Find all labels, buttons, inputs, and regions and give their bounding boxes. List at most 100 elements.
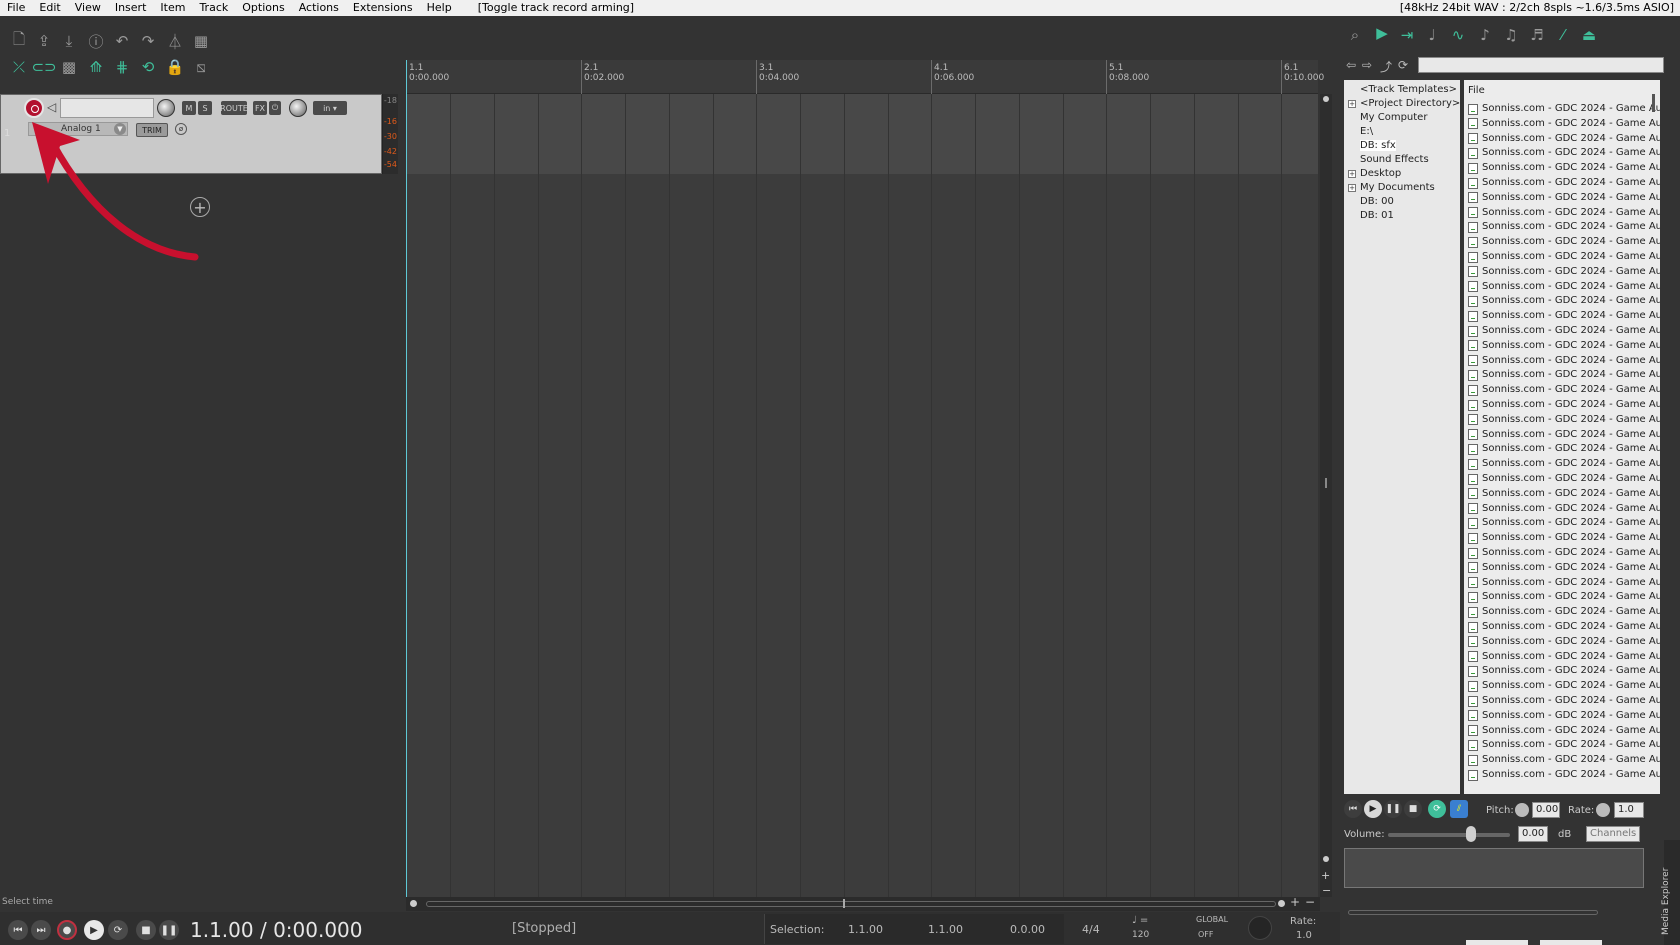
file-row[interactable]: Sonniss.com - GDC 2024 - Game Audio <box>1468 753 1660 767</box>
tree-node[interactable]: E:\ <box>1360 126 1373 137</box>
go-to-start-icon[interactable]: ⏮ <box>8 920 28 940</box>
save-project-icon[interactable]: ⤓ <box>58 30 80 52</box>
file-row[interactable]: Sonniss.com - GDC 2024 - Game Audio <box>1468 457 1660 471</box>
file-row[interactable]: Sonniss.com - GDC 2024 - Game Audio <box>1468 724 1660 738</box>
file-row[interactable]: Sonniss.com - GDC 2024 - Game Audio <box>1468 398 1660 412</box>
time-signature[interactable]: 4/4 <box>1082 923 1100 936</box>
tree-node[interactable]: My Documents <box>1360 182 1435 193</box>
channels-button[interactable]: Channels <box>1586 826 1640 842</box>
scroll-left-icon[interactable] <box>410 900 417 907</box>
back-icon[interactable]: ⇦ <box>1346 58 1356 72</box>
file-row[interactable]: Sonniss.com - GDC 2024 - Game Audio <box>1468 650 1660 664</box>
file-row[interactable]: Sonniss.com - GDC 2024 - Game Audio <box>1468 206 1660 220</box>
new-project-icon[interactable]: 🗋 <box>8 30 30 52</box>
file-row[interactable]: Sonniss.com - GDC 2024 - Game Audio <box>1468 561 1660 575</box>
waveform-preview[interactable] <box>1344 848 1644 888</box>
tempo-match-half-icon[interactable]: ♪ <box>1474 24 1496 46</box>
lock-icon[interactable]: 🔒 <box>164 56 186 78</box>
preview-route-icon[interactable]: ⫽ <box>1450 800 1468 818</box>
file-row[interactable]: Sonniss.com - GDC 2024 - Game Audio <box>1468 117 1660 131</box>
file-row[interactable]: Sonniss.com - GDC 2024 - Game Audio <box>1468 516 1660 530</box>
expand-icon[interactable]: + <box>1348 100 1356 108</box>
scroll-thumb[interactable] <box>843 899 845 908</box>
path-input[interactable] <box>1418 57 1664 73</box>
play-button[interactable]: ▶ <box>84 920 104 940</box>
start-on-bar-icon[interactable]: ⇥ <box>1396 24 1418 46</box>
go-to-end-icon[interactable]: ⏭ <box>31 920 51 940</box>
auto-crossfade-icon[interactable]: ⤫ <box>8 56 30 78</box>
tree-node[interactable]: <Project Directory> <box>1360 98 1460 109</box>
fx-bypass-button[interactable]: ⏻ <box>269 101 281 115</box>
rate-value[interactable]: 1.0 <box>1296 930 1312 941</box>
preview-stop-icon[interactable]: ■ <box>1404 800 1422 818</box>
file-row[interactable]: Sonniss.com - GDC 2024 - Game Audio <box>1468 531 1660 545</box>
timeline-ruler[interactable]: 1.1 0:00.000 2.1 0:02.000 3.1 0:04.000 4.1 0:06… <box>406 60 1324 94</box>
file-row[interactable]: Sonniss.com - GDC 2024 - Game Audio <box>1468 487 1660 501</box>
track-lane[interactable] <box>406 94 1318 174</box>
tree-node[interactable]: DB: sfx <box>1360 140 1396 151</box>
expand-icon[interactable]: + <box>1348 170 1356 178</box>
redo-icon[interactable]: ↷ <box>137 30 159 52</box>
file-row[interactable]: Sonniss.com - GDC 2024 - Game Audio <box>1468 635 1660 649</box>
tempo-match-slash-icon[interactable]: ♬ <box>1526 24 1548 46</box>
file-row[interactable]: Sonniss.com - GDC 2024 - Game Audio <box>1468 679 1660 693</box>
item-grouping-icon[interactable]: ▩ <box>58 56 80 78</box>
menu-actions[interactable]: Actions <box>292 0 346 16</box>
file-row[interactable]: Sonniss.com - GDC 2024 - Game Audio <box>1468 191 1660 205</box>
bottom-box-right[interactable] <box>1540 940 1602 945</box>
file-row[interactable]: Sonniss.com - GDC 2024 - Game Audio <box>1468 146 1660 160</box>
tree-node[interactable]: My Computer <box>1360 112 1427 123</box>
arrange-view[interactable] <box>406 94 1318 897</box>
file-row[interactable]: Sonniss.com - GDC 2024 - Game Audio <box>1468 161 1660 175</box>
stop-button[interactable]: ■ <box>136 920 156 940</box>
file-row[interactable]: Sonniss.com - GDC 2024 - Game Audio <box>1468 176 1660 190</box>
scroll-up-icon[interactable] <box>1323 96 1329 102</box>
scroll-right-icon[interactable] <box>1278 900 1285 907</box>
audio-device-status[interactable]: [48kHz 24bit WAV : 2/2ch 8spls ~1.6/3.5m… <box>1393 0 1680 16</box>
file-row[interactable]: Sonniss.com - GDC 2024 - Game Audio <box>1468 472 1660 486</box>
record-button[interactable]: ● <box>57 920 77 940</box>
file-row[interactable]: Sonniss.com - GDC 2024 - Game Audio <box>1468 709 1660 723</box>
file-row[interactable]: Sonniss.com - GDC 2024 - Game Audio <box>1468 605 1660 619</box>
tempo-match-x2-icon[interactable]: ♫ <box>1500 24 1522 46</box>
preview-pause-icon[interactable]: ❚❚ <box>1384 800 1402 818</box>
file-row[interactable]: Sonniss.com - GDC 2024 - Game Audio <box>1468 368 1660 382</box>
file-row[interactable]: Sonniss.com - GDC 2024 - Game Audio <box>1468 576 1660 590</box>
file-row[interactable]: Sonniss.com - GDC 2024 - Game Audio <box>1468 265 1660 279</box>
file-row[interactable]: Sonniss.com - GDC 2024 - Game Audio <box>1468 102 1660 116</box>
tempo-match-icon[interactable]: ♩ <box>1421 24 1443 46</box>
file-row[interactable]: Sonniss.com - GDC 2024 - Game Audio <box>1468 324 1660 338</box>
preview-loop-icon[interactable]: ⟳ <box>1428 800 1446 818</box>
file-row[interactable]: Sonniss.com - GDC 2024 - Game Audio <box>1468 620 1660 634</box>
file-row[interactable]: Sonniss.com - GDC 2024 - Game Audio <box>1468 309 1660 323</box>
menu-track[interactable]: Track <box>192 0 235 16</box>
folder-tree[interactable]: <Track Templates> + <Project Directory> My … <box>1344 80 1460 794</box>
selection-start[interactable]: 1.1.00 <box>848 923 883 936</box>
vertical-scrollbar[interactable]: + − <box>1320 94 1332 897</box>
tree-node[interactable]: DB: 01 <box>1360 210 1394 221</box>
file-row[interactable]: Sonniss.com - GDC 2024 - Game Audio <box>1468 442 1660 456</box>
repeat-icon[interactable]: ⟳ <box>108 920 128 940</box>
zoom-out-icon[interactable]: − <box>1322 884 1331 897</box>
forward-icon[interactable]: ⇨ <box>1362 58 1372 72</box>
menu-file[interactable]: File <box>0 0 32 16</box>
pitch-input[interactable]: 0.00 <box>1532 802 1560 818</box>
preview-rewind-icon[interactable]: ⏮ <box>1344 800 1362 818</box>
fx-button[interactable]: FX <box>253 101 267 115</box>
global-automation-state[interactable]: OFF <box>1198 930 1214 939</box>
file-row[interactable]: Sonniss.com - GDC 2024 - Game Audio <box>1468 590 1660 604</box>
tree-node[interactable]: DB: 00 <box>1360 196 1394 207</box>
route-button[interactable]: ROUTE <box>220 101 248 115</box>
envelope-move-icon[interactable]: ⟰ <box>85 56 107 78</box>
pause-button[interactable]: ❚❚ <box>159 920 179 940</box>
menu-view[interactable]: View <box>68 0 108 16</box>
menu-item[interactable]: Item <box>153 0 192 16</box>
file-row[interactable]: Sonniss.com - GDC 2024 - Game Audio <box>1468 738 1660 752</box>
preserve-pitch-icon[interactable]: ∿ <box>1447 24 1469 46</box>
file-row[interactable]: Sonniss.com - GDC 2024 - Game Audio <box>1468 354 1660 368</box>
monitor-icon[interactable]: ⏏ <box>1578 24 1600 46</box>
file-row[interactable]: Sonniss.com - GDC 2024 - Game Audio <box>1468 694 1660 708</box>
file-row[interactable]: Sonniss.com - GDC 2024 - Game Audio <box>1468 383 1660 397</box>
trim-behind-icon[interactable]: ⧅ <box>190 56 212 78</box>
volume-slider[interactable] <box>1388 833 1510 837</box>
